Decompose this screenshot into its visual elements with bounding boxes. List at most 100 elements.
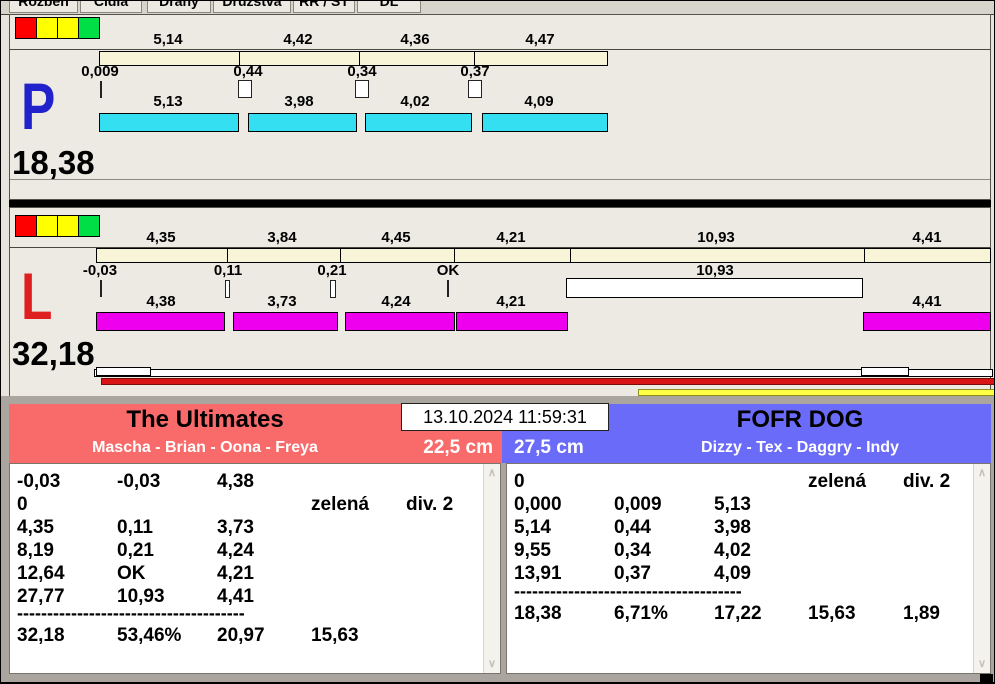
cell: 12,64 (17, 563, 65, 584)
cell: 5,13 (714, 494, 751, 515)
table-separator: -------------------------------------- (17, 603, 245, 623)
split-bar-track (96, 248, 991, 263)
team-left-jump-height: 22,5 cm (423, 437, 493, 458)
sensor-box-marker (225, 280, 230, 298)
cell: 8,19 (17, 540, 54, 561)
tab-dl[interactable]: DL (357, 1, 421, 13)
crossing-time-label: 0,21 (317, 262, 347, 279)
team-right-dogs: Dizzy - Tex - Daggry - Indy (701, 439, 899, 456)
dog-time-bar (345, 312, 455, 331)
datetime-display: 13.10.2024 11:59:31 (401, 403, 609, 431)
cell: 1,89 (903, 603, 940, 624)
sensor-tick-marker (100, 280, 102, 297)
cell: 53,46% (117, 625, 182, 646)
tab-drahy[interactable]: Dráhy (147, 1, 211, 13)
window-bottom-edge (1, 675, 994, 682)
cell: 0,11 (117, 517, 153, 538)
cell: div. 2 (903, 471, 951, 492)
scrollbar[interactable]: ∧ ∨ (973, 464, 990, 673)
crossing-time-label: OK (436, 262, 460, 279)
resize-grip[interactable] (980, 674, 993, 683)
progress-marker (96, 367, 151, 376)
crossing-time-label: 10,93 (696, 262, 734, 279)
dog-time-bar (248, 113, 357, 132)
cell: 0 (17, 494, 28, 515)
table-separator: -------------------------------------- (514, 581, 742, 601)
table-row: 0 zelená div. 2 (17, 494, 482, 516)
flyball-timing-window: Rozběh Čidla Dráhy Družstva RR / ST DL 5… (0, 0, 995, 684)
table-row: 0 zelená div. 2 (514, 471, 979, 493)
dog-time-label: 4,02 (400, 93, 430, 110)
scroll-down-icon[interactable]: ∨ (974, 656, 990, 672)
scroll-down-icon[interactable]: ∨ (484, 656, 500, 672)
scroll-up-icon[interactable]: ∧ (974, 465, 990, 481)
status-light-red (15, 17, 37, 39)
crossing-time-label: 0,44 (233, 63, 263, 80)
lane-l-total-time: 32,18 (12, 335, 95, 372)
status-light-yellow (36, 17, 58, 39)
cell: 0,009 (614, 494, 662, 515)
dog-time-label: 4,24 (381, 293, 411, 310)
cell: 4,38 (217, 471, 254, 492)
sensor-tick-marker (447, 280, 449, 297)
cell: 0,21 (117, 540, 154, 561)
dog-time-label: 3,98 (284, 93, 314, 110)
team-right-jump-height: 27,5 cm (514, 437, 584, 458)
scrollbar[interactable]: ∧ ∨ (483, 464, 500, 673)
cell: 5,14 (514, 517, 551, 538)
cell: 4,21 (217, 563, 254, 584)
cell: 0,44 (614, 517, 651, 538)
crossing-time-label: -0,03 (82, 262, 118, 279)
status-light-green (78, 215, 100, 237)
table-row: 12,64 OK 4,21 (17, 563, 482, 585)
scroll-up-icon[interactable]: ∧ (484, 465, 500, 481)
dog-time-bar (96, 312, 225, 331)
progress-bar-red (101, 378, 994, 385)
cell: 6,71% (614, 603, 668, 624)
dog-time-label: 3,73 (267, 293, 297, 310)
cell: 32,18 (17, 625, 65, 646)
cell: 9,55 (514, 540, 551, 561)
split-time-label: 4,45 (381, 229, 411, 246)
split-time-label: 4,21 (496, 229, 526, 246)
tab-rozbeh[interactable]: Rozběh (9, 1, 78, 13)
split-time-label: 4,47 (525, 31, 555, 48)
split-time-label: 4,41 (912, 229, 942, 246)
tab-rr-st[interactable]: RR / ST (293, 1, 355, 13)
cell: 4,35 (17, 517, 54, 538)
cell: 15,63 (311, 625, 359, 646)
dog-time-label: 4,21 (496, 293, 526, 310)
cell: 15,63 (808, 603, 856, 624)
tab-cidla[interactable]: Čidla (80, 1, 142, 13)
split-time-label: 3,84 (267, 229, 297, 246)
table-row: 5,14 0,44 3,98 (514, 517, 979, 539)
status-light-red (15, 215, 37, 237)
dog-time-label: 4,41 (912, 293, 942, 310)
sensor-box-marker (468, 80, 482, 98)
status-light-yellow (57, 215, 79, 237)
cell: 17,22 (714, 603, 762, 624)
cell: -0,03 (17, 471, 61, 492)
cell: div. 2 (406, 494, 454, 515)
dog-time-bar (233, 312, 338, 331)
dog-time-bar (863, 312, 991, 331)
cell: 3,98 (714, 517, 751, 538)
sensor-box-marker (330, 280, 336, 298)
cell: zelená (311, 494, 370, 515)
cell: zelená (808, 471, 867, 492)
team-right-name: FOFR DOG (736, 406, 864, 433)
sensor-box-marker (238, 80, 252, 98)
tab-druzstva[interactable]: Družstva (213, 1, 291, 13)
cell: 20,97 (217, 625, 265, 646)
table-row: 8,19 0,21 4,24 (17, 540, 482, 562)
team-left-dogs: Mascha - Brian - Oona - Freya (92, 439, 318, 456)
split-time-label: 4,35 (146, 229, 176, 246)
split-time-label: 4,36 (400, 31, 430, 48)
cell: 3,73 (217, 517, 254, 538)
cell: 4,02 (714, 540, 751, 561)
lane-p-letter: P (21, 69, 56, 143)
status-light-green (78, 17, 100, 39)
dog-time-label: 4,09 (524, 93, 554, 110)
dog-time-label: 5,13 (153, 93, 183, 110)
cell: 0,34 (614, 540, 651, 561)
